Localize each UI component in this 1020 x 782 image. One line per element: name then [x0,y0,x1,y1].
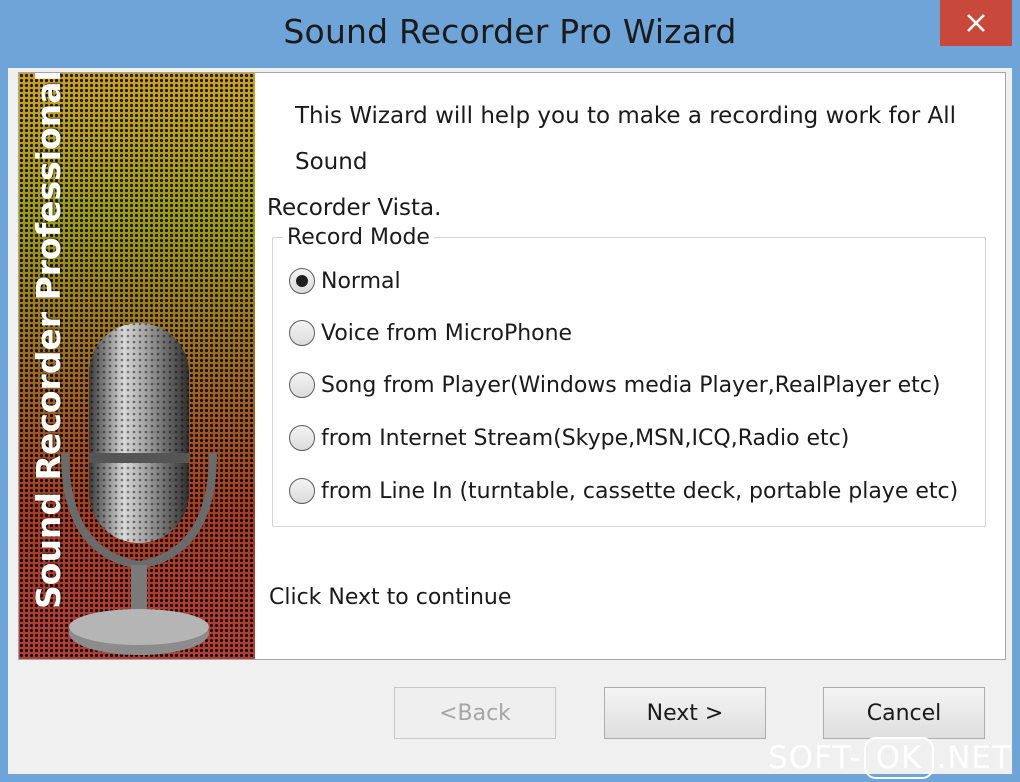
radio-button[interactable] [289,268,315,294]
close-x-icon [967,14,985,32]
back-button[interactable]: <Back [394,687,556,739]
radio-label: Song from Player(Windows media Player,Re… [321,372,941,398]
watermark-pill: OK [863,737,935,779]
side-banner-image: Sound Recorder Professional [19,73,255,659]
intro-text: This Wizard will help you to make a reco… [267,93,987,231]
watermark: SOFT- OK .NET [768,736,1012,780]
watermark-left: SOFT- [768,740,862,776]
continue-hint: Click Next to continue [269,585,512,610]
cancel-button[interactable]: Cancel [823,687,985,739]
content-panel: Sound Recorder Professional This Wizard … [18,72,1006,660]
close-button[interactable] [940,0,1012,46]
radio-internet-stream[interactable]: from Internet Stream(Skype,MSN,ICQ,Radio… [289,423,849,453]
intro-line-1: This Wizard will help you to make a reco… [295,103,956,175]
radio-label: from Internet Stream(Skype,MSN,ICQ,Radio… [321,425,850,451]
radio-normal[interactable]: Normal [289,266,401,296]
radio-voice-microphone[interactable]: Voice from MicroPhone [289,318,572,348]
radio-button[interactable] [289,372,315,398]
radio-selected-dot [296,275,308,287]
microphone-icon [61,323,217,655]
radio-button[interactable] [289,478,315,504]
record-mode-group: Record Mode Normal Voice from MicroPhone… [272,225,986,527]
wizard-body: Sound Recorder Professional This Wizard … [8,68,1012,774]
title-bar[interactable]: Sound Recorder Pro Wizard [0,0,1020,68]
radio-song-player[interactable]: Song from Player(Windows media Player,Re… [289,370,940,400]
radio-label: Normal [321,268,401,294]
radio-line-in[interactable]: from Line In (turntable, cassette deck, … [289,476,958,506]
next-button[interactable]: Next > [604,687,766,739]
radio-label: from Line In (turntable, cassette deck, … [321,478,959,504]
radio-button[interactable] [289,425,315,451]
side-banner-text: Sound Recorder Professional [29,73,68,609]
record-mode-title: Record Mode [283,225,434,250]
window-title: Sound Recorder Pro Wizard [283,12,737,51]
watermark-right: .NET [936,740,1012,776]
wizard-window: Sound Recorder Pro Wizard Sound Recorder… [0,0,1020,782]
radio-label: Voice from MicroPhone [321,320,573,346]
radio-button[interactable] [289,320,315,346]
